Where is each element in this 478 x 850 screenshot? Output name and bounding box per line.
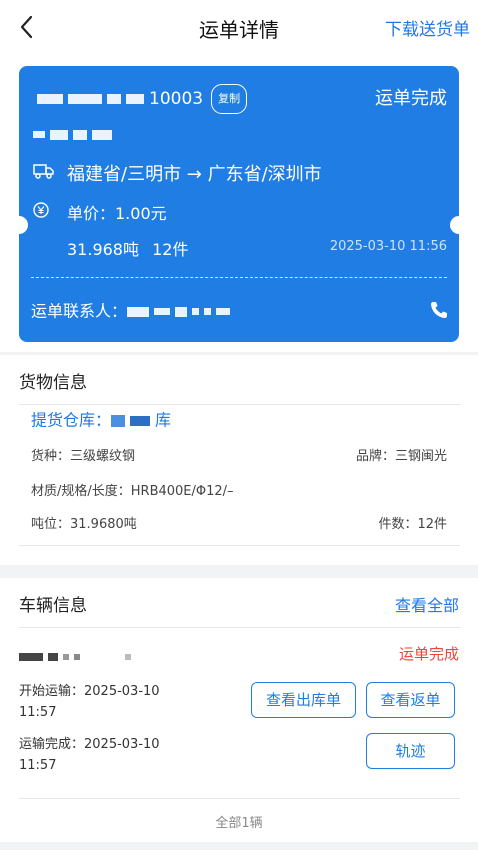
contact-label: 运单联系人：: [31, 301, 128, 321]
cargo-tonnage: 吨位：31.9680吨: [31, 517, 137, 532]
divider: [19, 545, 460, 546]
pickup-warehouse: 提货仓库： 库: [31, 408, 171, 432]
start-transport-time: 11:57: [19, 705, 57, 720]
waybill-number: 10003: [149, 89, 204, 109]
start-transport: 开始运输：2025-03-10 11:57: [19, 681, 160, 723]
redacted-mosaic: [192, 308, 200, 315]
truck-icon: [33, 162, 55, 180]
warehouse-suffix: 库: [155, 410, 172, 430]
divider: [19, 404, 460, 405]
end-transport-date: 运输完成：2025-03-10: [19, 737, 160, 752]
redacted-mosaic: [111, 414, 126, 427]
route-text: 福建省/三明市 → 广东省/深圳市: [67, 164, 322, 185]
redacted-mosaic: [73, 129, 87, 140]
redacted-mosaic: [127, 306, 150, 317]
end-transport-time: 11:57: [19, 758, 57, 773]
redacted-mosaic: [19, 652, 43, 661]
cargo-type: 货种：三级螺纹钢: [31, 449, 136, 464]
redacted-mosaic: [130, 415, 151, 426]
redacted-mosaic: [107, 94, 121, 104]
phone-icon[interactable]: [429, 300, 449, 320]
cargo-info-section: 货物信息 提货仓库： 库 货种：三级螺纹钢 品牌：三钢闽光 材质/规格/长度：HR…: [0, 355, 478, 565]
redacted-mosaic: [74, 653, 80, 660]
vehicle-info-section: 车辆信息 查看全部 运单完成 开始运输：2025-03-10 11:57 运输完…: [0, 578, 478, 842]
redacted-mosaic: [125, 653, 131, 660]
end-transport: 运输完成：2025-03-10 11:57: [19, 734, 160, 776]
waybill-status: 运单完成: [375, 88, 447, 109]
warehouse-label: 提货仓库：: [31, 410, 112, 430]
vehicle-status: 运单完成: [398, 645, 459, 663]
yuan-coin-icon: [33, 202, 49, 218]
waybill-card-area: 10003 复制 运单完成 福建省/三明市 → 广东省/深圳市 单价：1.00元 …: [0, 54, 478, 352]
cargo-spec: 材质/规格/长度：HRB400E/Φ12/–: [31, 484, 234, 499]
redacted-mosaic: [68, 94, 102, 104]
waybill-datetime: 2025-03-10 11:56: [329, 239, 447, 254]
pieces-value: 12件: [152, 240, 189, 259]
start-transport-date: 开始运输：2025-03-10: [19, 684, 160, 699]
redacted-mosaic: [126, 94, 144, 104]
divider: [19, 798, 460, 799]
cargo-section-title: 货物信息: [19, 373, 87, 393]
view-all-link[interactable]: 查看全部: [395, 592, 459, 616]
download-delivery-note-link[interactable]: 下载送货单: [385, 15, 470, 40]
view-outbound-button[interactable]: 查看出库单: [251, 682, 356, 718]
card-notch-left: [10, 216, 28, 234]
cargo-count: 件数：12件: [378, 517, 447, 532]
redacted-mosaic: [48, 652, 58, 661]
redacted-mosaic: [63, 653, 69, 660]
cargo-brand: 品牌：三钢闽光: [355, 449, 447, 464]
redacted-company-row: [33, 124, 117, 140]
weight-value: 31.968吨: [67, 240, 139, 259]
top-bar: 运单详情 下载送货单: [0, 0, 478, 54]
redacted-mosaic: [175, 306, 188, 317]
waybill-card: 10003 复制 运单完成 福建省/三明市 → 广东省/深圳市 单价：1.00元 …: [19, 66, 459, 342]
vehicle-section-title: 车辆信息: [19, 596, 87, 616]
redacted-mosaic: [33, 131, 45, 138]
redacted-mosaic: [92, 129, 112, 140]
redacted-mosaic: [50, 129, 68, 140]
card-notch-right: [450, 216, 468, 234]
redacted-mosaic: [154, 308, 171, 315]
redacted-mosaic: [216, 308, 231, 315]
contact-row: 运单联系人：: [31, 300, 235, 322]
vehicle-count-footer: 全部1辆: [215, 816, 263, 831]
redacted-plate: [19, 646, 136, 661]
track-button[interactable]: 轨迹: [366, 733, 455, 769]
redacted-mosaic: [37, 94, 63, 104]
waybill-number-row: 10003 复制: [37, 84, 248, 114]
view-return-button[interactable]: 查看返单: [366, 682, 455, 718]
divider: [19, 627, 460, 628]
unit-price: 单价：1.00元: [67, 204, 167, 223]
dashed-divider: [31, 277, 447, 278]
weight-pieces: 31.968吨 12件: [67, 236, 188, 260]
copy-button[interactable]: 复制: [211, 84, 248, 114]
redacted-mosaic: [204, 308, 212, 315]
